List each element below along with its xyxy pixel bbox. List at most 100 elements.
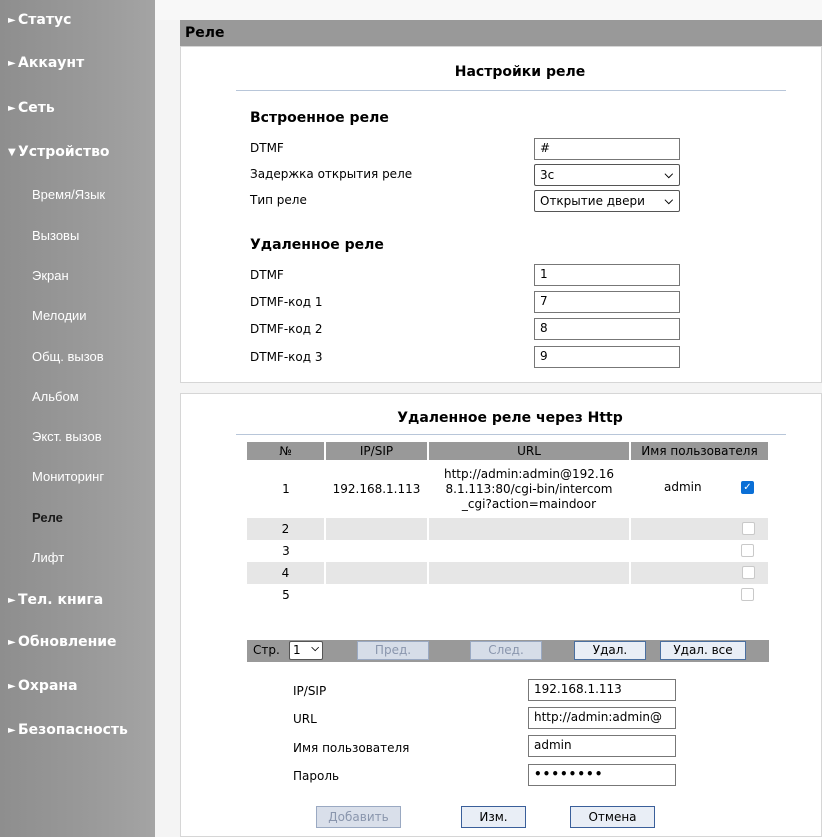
row-checkbox[interactable] xyxy=(742,566,755,579)
row-number: 3 xyxy=(247,540,325,562)
title-divider xyxy=(236,90,786,91)
nav-label: Статус xyxy=(18,12,72,28)
nav-device[interactable]: ▼ Устройство xyxy=(0,132,155,172)
row-ip-sip xyxy=(325,540,428,562)
row-ip-sip xyxy=(325,562,429,584)
nav-sub-calls[interactable]: Вызовы xyxy=(0,215,155,255)
edit-button[interactable]: Изм. xyxy=(461,806,526,828)
chevron-down-icon: ⌵ xyxy=(664,168,673,181)
delete-button[interactable]: Удал. xyxy=(574,641,646,660)
nav-label: Тел. книга xyxy=(18,592,104,608)
nav-sub-album[interactable]: Альбом xyxy=(0,376,155,416)
expand-arrow-icon: ► xyxy=(8,57,16,69)
nav-label: Охрана xyxy=(18,678,78,694)
builtin-dtmf-input[interactable]: # xyxy=(534,138,680,160)
nav-sub-emergency-call[interactable]: Экст. вызов xyxy=(0,416,155,456)
row-url-text: http://admin:admin@192.168.1.113:80/cgi-… xyxy=(444,466,614,511)
nav-sub-ringtones[interactable]: Мелодии xyxy=(0,295,155,335)
cancel-button[interactable]: Отмена xyxy=(570,806,655,828)
password-input[interactable]: •••••••• xyxy=(528,764,676,786)
nav-network[interactable]: ► Сеть xyxy=(0,88,155,128)
row-url xyxy=(428,518,631,540)
prev-page-button[interactable]: Пред. xyxy=(357,641,429,660)
next-page-button[interactable]: След. xyxy=(470,641,542,660)
delete-all-button[interactable]: Удал. все xyxy=(660,641,746,660)
nav-sub-lift[interactable]: Лифт xyxy=(0,537,155,577)
nav-phonebook[interactable]: ► Тел. книга xyxy=(0,580,155,620)
relay-delay-value: 3с xyxy=(540,168,555,182)
row-url xyxy=(428,562,631,584)
collapse-arrow-icon: ▼ xyxy=(8,146,16,158)
row-checkbox[interactable]: ✓ xyxy=(741,481,754,494)
nav-label: Устройство xyxy=(18,144,110,160)
url-label: URL xyxy=(293,712,317,726)
row-number: 5 xyxy=(247,584,325,606)
nav-sub-monitoring[interactable]: Мониторинг xyxy=(0,456,155,496)
table-row[interactable]: 1 192.168.1.113 http://admin:admin@192.1… xyxy=(247,460,769,518)
row-number: 1 xyxy=(247,460,325,518)
relay-type-value: Открытие двери xyxy=(540,194,645,208)
add-button[interactable]: Добавить xyxy=(316,806,401,828)
dtmf-code2-input[interactable]: 8 xyxy=(534,318,680,340)
row-url xyxy=(428,540,630,562)
dtmf-code1-input[interactable]: 7 xyxy=(534,291,680,313)
nav-guard[interactable]: ► Охрана xyxy=(0,666,155,706)
column-header-number: № xyxy=(247,442,326,460)
row-username-cell xyxy=(630,518,770,540)
row-url: http://admin:admin@192.168.1.113:80/cgi-… xyxy=(428,460,630,518)
dtmf-code1-label: DTMF-код 1 xyxy=(250,295,323,309)
page-title: Реле xyxy=(180,20,822,46)
chevron-down-icon: ⌵ xyxy=(664,194,673,207)
nav-status[interactable]: ► Статус xyxy=(0,0,155,40)
table-row[interactable]: 5 xyxy=(247,584,769,606)
expand-arrow-icon: ► xyxy=(8,14,16,26)
page-select-value: 1 xyxy=(293,643,301,657)
relay-type-select[interactable]: Открытие двери ⌵ xyxy=(534,190,680,212)
nav-account[interactable]: ► Аккаунт xyxy=(0,43,155,83)
top-strip xyxy=(155,0,822,20)
nav-sub-relay[interactable]: Реле xyxy=(0,497,155,537)
table-row[interactable]: 3 xyxy=(247,540,769,562)
table-row[interactable]: 4 xyxy=(247,562,770,584)
expand-arrow-icon: ► xyxy=(8,636,16,648)
expand-arrow-icon: ► xyxy=(8,724,16,736)
page-select[interactable]: 1 ⌵ xyxy=(289,641,323,660)
relay-delay-label: Задержка открытия реле xyxy=(250,167,413,181)
relay-delay-select[interactable]: 3с ⌵ xyxy=(534,164,680,186)
chevron-down-icon: ⌵ xyxy=(311,643,319,654)
table-header-row: № IP/SIP URL Имя пользователя xyxy=(247,442,770,460)
row-url xyxy=(428,584,630,606)
row-checkbox[interactable] xyxy=(741,544,754,557)
nav-upgrade[interactable]: ► Обновление xyxy=(0,622,155,662)
column-header-username: Имя пользователя xyxy=(630,442,770,460)
nav-sub-group-call[interactable]: Общ. вызов xyxy=(0,336,155,376)
nav-label: Аккаунт xyxy=(18,55,85,71)
username-input[interactable]: admin xyxy=(528,735,676,757)
nav-label: Обновление xyxy=(18,634,117,650)
row-checkbox[interactable] xyxy=(741,588,754,601)
nav-label: Сеть xyxy=(18,100,55,116)
row-ip-sip: 192.168.1.113 xyxy=(325,460,428,518)
dtmf-code3-label: DTMF-код 3 xyxy=(250,350,323,364)
nav-security[interactable]: ► Безопасность xyxy=(0,710,155,750)
password-label: Пароль xyxy=(293,769,340,783)
ip-sip-label: IP/SIP xyxy=(293,684,327,698)
row-username: admin xyxy=(664,480,702,494)
remote-dtmf-input[interactable]: 1 xyxy=(534,264,680,286)
http-relay-title: Удаленное реле через Http xyxy=(397,410,623,426)
table-row[interactable]: 2 xyxy=(247,518,770,540)
pagination-bar: Стр. 1 ⌵ Пред. След. Удал. Удал. все xyxy=(247,640,769,662)
url-input[interactable]: http://admin:admin@ xyxy=(528,707,676,729)
builtin-relay-heading: Встроенное реле xyxy=(250,110,389,126)
row-number: 4 xyxy=(247,562,326,584)
relay-type-label: Тип реле xyxy=(250,193,307,207)
nav-sub-time-language[interactable]: Время/Язык xyxy=(0,174,155,214)
row-checkbox[interactable] xyxy=(742,522,755,535)
dtmf-code3-input[interactable]: 9 xyxy=(534,346,680,368)
nav-label: Безопасность xyxy=(18,722,128,738)
expand-arrow-icon: ► xyxy=(8,102,16,114)
row-username-cell: admin ✓ xyxy=(630,460,769,518)
ip-sip-input[interactable]: 192.168.1.113 xyxy=(528,679,676,701)
relay-settings-title: Настройки реле xyxy=(454,64,586,80)
nav-sub-screen[interactable]: Экран xyxy=(0,255,155,295)
